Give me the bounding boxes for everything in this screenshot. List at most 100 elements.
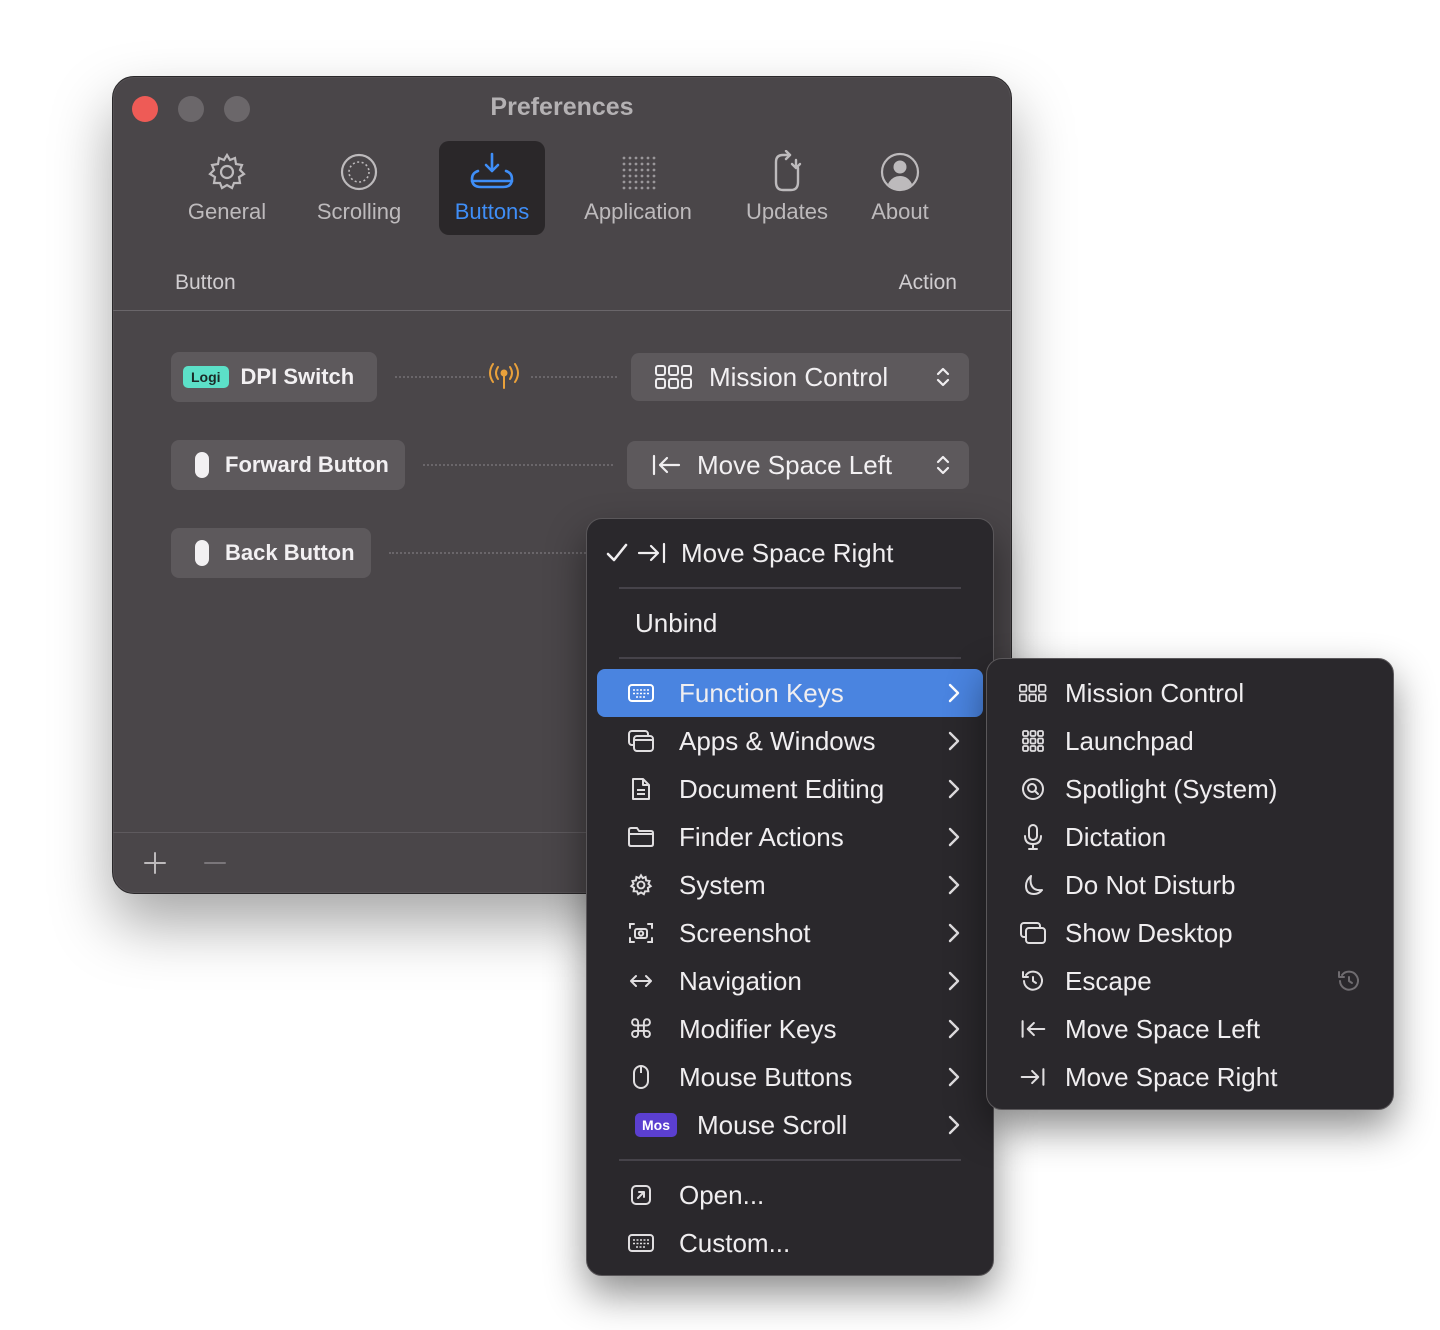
folder-icon	[627, 823, 655, 851]
action-dropdown-menu: Move Space Right Unbind Function Keys Ap…	[586, 518, 994, 1276]
remove-binding-button[interactable]	[203, 851, 227, 875]
menu-item-label: Apps & Windows	[679, 725, 876, 756]
menu-item-label: Document Editing	[679, 773, 885, 804]
binding-button-label: Back Button	[225, 540, 355, 565]
menu-item-document-editing[interactable]: Document Editing	[597, 765, 983, 813]
function-keys-submenu: Mission Control Launchpad Spotlight (Sys…	[986, 658, 1394, 1110]
tab-application[interactable]: Application	[575, 141, 701, 235]
menu-item-screenshot[interactable]: Screenshot	[597, 909, 983, 957]
menu-item-mouse-scroll[interactable]: Mos Mouse Scroll	[597, 1101, 983, 1149]
menu-item-label: Modifier Keys	[679, 1013, 837, 1044]
application-icon	[615, 149, 661, 195]
buttons-icon	[469, 149, 515, 195]
launchpad-icon	[1019, 727, 1047, 755]
submenu-item-label: Spotlight (System)	[1065, 773, 1278, 804]
scroll-icon	[336, 149, 382, 195]
tab-scrolling[interactable]: Scrolling	[309, 141, 409, 235]
action-select-dpi-switch[interactable]: Mission Control	[631, 353, 969, 401]
connector-line	[389, 552, 589, 554]
binding-button-dpi-switch[interactable]: Logi DPI Switch	[171, 352, 377, 402]
chevron-right-icon	[947, 1018, 961, 1040]
submenu-item-label: Launchpad	[1065, 725, 1194, 756]
arrow-left-bar-icon	[651, 454, 681, 476]
checkmark-icon	[605, 542, 629, 564]
menu-item-label: Mouse Buttons	[679, 1061, 853, 1092]
person-icon	[877, 149, 923, 195]
tab-general[interactable]: General	[177, 141, 277, 235]
submenu-item-dictation[interactable]: Dictation	[987, 813, 1393, 861]
mos-badge: Mos	[635, 1113, 677, 1137]
binding-button-forward[interactable]: Forward Button	[171, 440, 405, 490]
submenu-item-label: Mission Control	[1065, 677, 1245, 708]
menu-item-custom[interactable]: Custom...	[597, 1219, 983, 1267]
arrow-right-bar-icon	[637, 542, 667, 564]
escape-icon	[1019, 967, 1047, 995]
grid-icon	[655, 365, 693, 389]
tab-about-label: About	[871, 199, 929, 224]
menu-separator	[619, 1159, 961, 1161]
tab-updates[interactable]: Updates	[737, 141, 837, 235]
column-header-button: Button	[175, 271, 236, 294]
submenu-item-do-not-disturb[interactable]: Do Not Disturb	[987, 861, 1393, 909]
submenu-item-mission-control[interactable]: Mission Control	[987, 669, 1393, 717]
menu-item-navigation[interactable]: Navigation	[597, 957, 983, 1005]
menu-item-label: Navigation	[679, 965, 802, 996]
chevron-right-icon	[947, 826, 961, 848]
menu-item-system[interactable]: System	[597, 861, 983, 909]
menu-item-mouse-buttons[interactable]: Mouse Buttons	[597, 1053, 983, 1101]
menu-item-open[interactable]: Open...	[597, 1171, 983, 1219]
submenu-item-spotlight[interactable]: Spotlight (System)	[987, 765, 1393, 813]
action-select-label: Mission Control	[709, 361, 889, 392]
gear-icon	[204, 149, 250, 195]
title-bar: Preferences	[113, 77, 1011, 137]
action-select-forward[interactable]: Move Space Left	[627, 441, 969, 489]
gear-icon	[627, 871, 655, 899]
tab-updates-label: Updates	[746, 199, 828, 224]
menu-item-label: Mouse Scroll	[697, 1109, 848, 1140]
menu-item-modifier-keys[interactable]: ⌘ Modifier Keys	[597, 1005, 983, 1053]
submenu-item-launchpad[interactable]: Launchpad	[987, 717, 1393, 765]
keyboard-icon	[627, 679, 655, 707]
tab-about[interactable]: About	[855, 141, 945, 235]
mouse-button-icon	[195, 452, 209, 478]
updown-chevron-icon	[935, 453, 951, 477]
signal-icon	[487, 362, 521, 390]
menu-item-label: System	[679, 869, 766, 900]
submenu-item-label: Escape	[1065, 965, 1152, 996]
menu-item-unbind[interactable]: Unbind	[597, 599, 983, 647]
grid-icon	[1019, 679, 1047, 707]
window-title: Preferences	[490, 93, 634, 121]
menu-item-finder-actions[interactable]: Finder Actions	[597, 813, 983, 861]
menu-item-label: Custom...	[679, 1227, 791, 1258]
header-divider	[113, 310, 1011, 311]
submenu-item-label: Dictation	[1065, 821, 1167, 852]
menu-item-selected[interactable]: Move Space Right	[597, 529, 983, 577]
tab-scrolling-label: Scrolling	[316, 199, 402, 224]
tab-buttons-label: Buttons	[454, 199, 530, 224]
menu-item-function-keys[interactable]: Function Keys	[597, 669, 983, 717]
tab-buttons[interactable]: Buttons	[439, 141, 545, 235]
action-select-label: Move Space Left	[697, 449, 893, 480]
chevron-right-icon	[947, 778, 961, 800]
submenu-item-label: Show Desktop	[1065, 917, 1233, 948]
add-binding-button[interactable]	[143, 851, 167, 875]
mouse-button-icon	[195, 540, 209, 566]
submenu-item-show-desktop[interactable]: Show Desktop	[987, 909, 1393, 957]
menu-separator	[619, 587, 961, 589]
chevron-right-icon	[947, 682, 961, 704]
menu-item-apps-windows[interactable]: Apps & Windows	[597, 717, 983, 765]
connector-line	[531, 376, 617, 378]
binding-button-label: Forward Button	[225, 452, 389, 477]
submenu-item-move-space-left[interactable]: Move Space Left	[987, 1005, 1393, 1053]
submenu-item-escape[interactable]: Escape	[987, 957, 1393, 1005]
updown-chevron-icon	[935, 365, 951, 389]
connector-line	[395, 376, 485, 378]
binding-button-back[interactable]: Back Button	[171, 528, 371, 578]
arrow-left-bar-icon	[1019, 1015, 1047, 1043]
submenu-item-move-space-right[interactable]: Move Space Right	[987, 1053, 1393, 1101]
command-icon: ⌘	[628, 1013, 654, 1044]
chevron-right-icon	[947, 970, 961, 992]
menu-item-label: Unbind	[635, 607, 718, 638]
menu-separator	[619, 657, 961, 659]
chevron-right-icon	[947, 1114, 961, 1136]
